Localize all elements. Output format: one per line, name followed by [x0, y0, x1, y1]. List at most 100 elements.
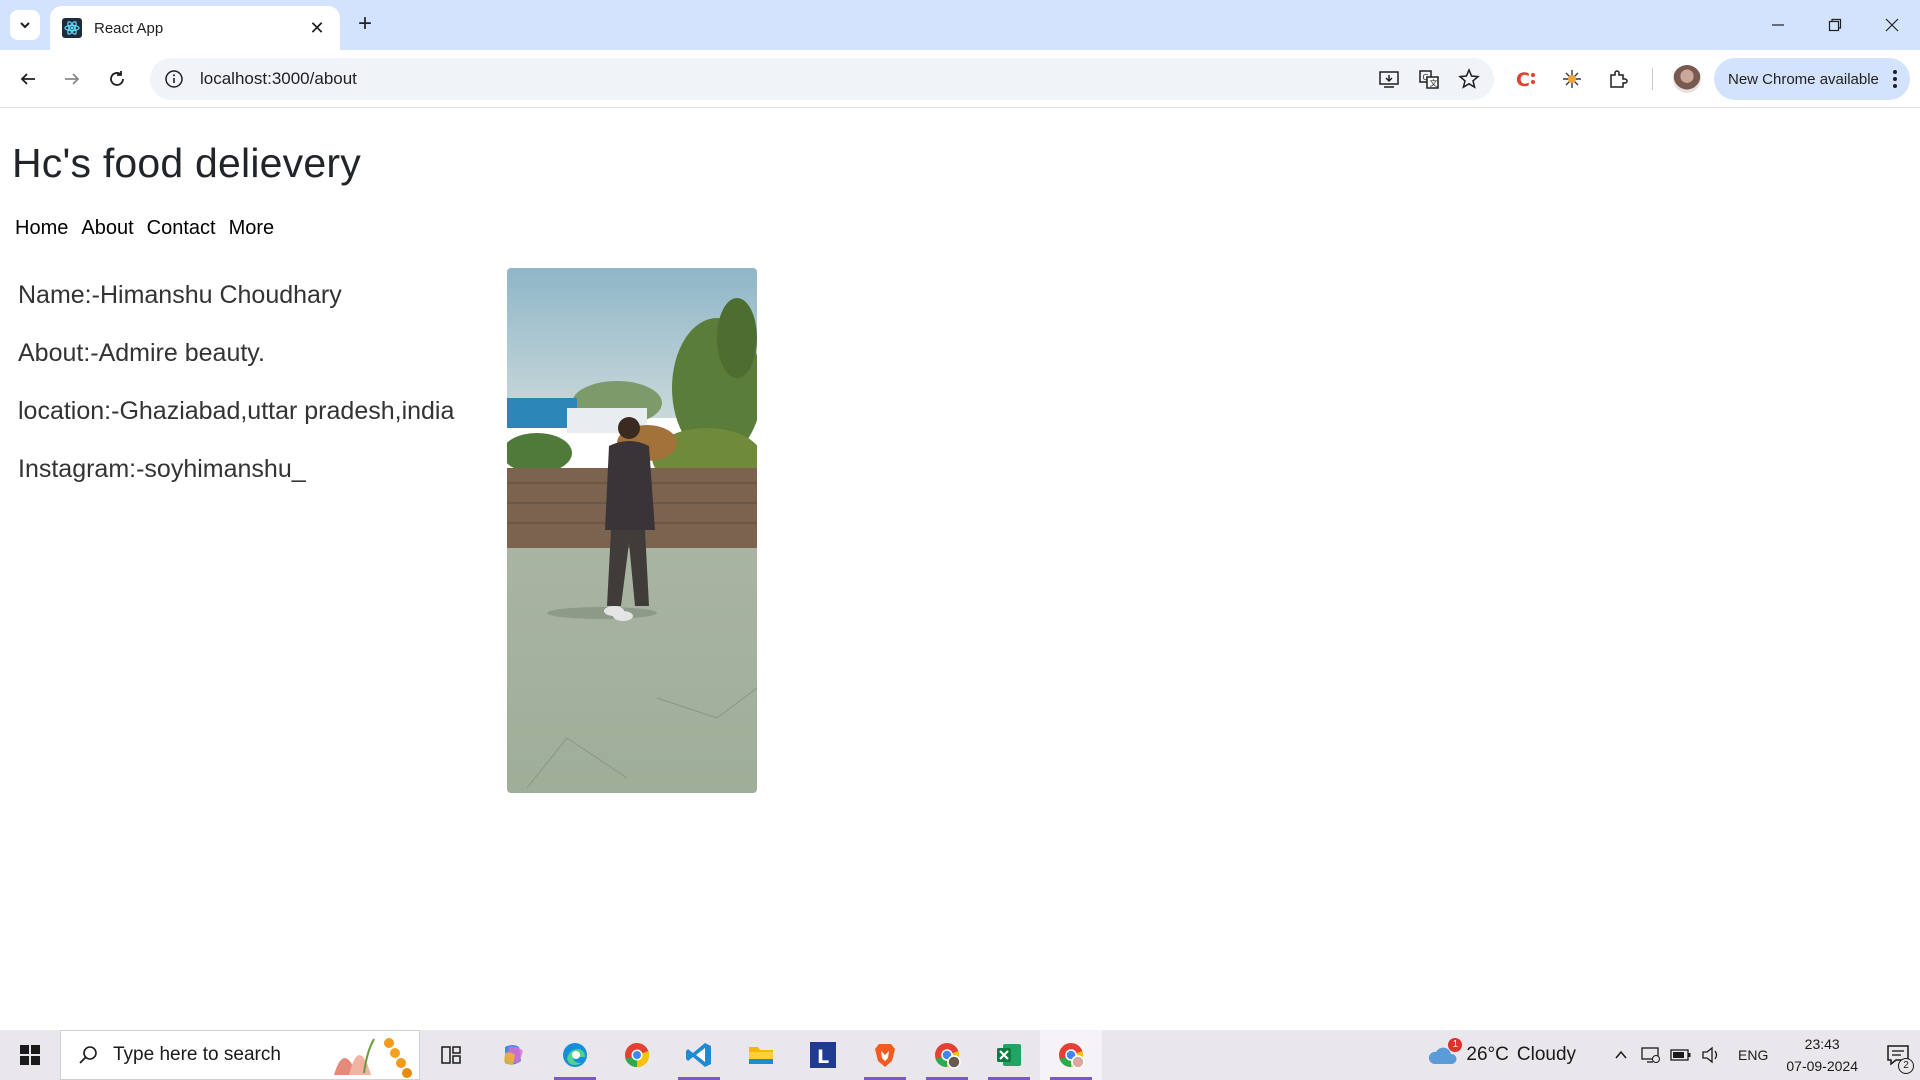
taskbar-app-brave[interactable]: [854, 1030, 916, 1080]
profile-button[interactable]: [1671, 63, 1703, 95]
task-view-button[interactable]: [420, 1030, 482, 1080]
close-tab-icon[interactable]: ✕: [306, 18, 328, 39]
profile-photo-image: [507, 268, 757, 793]
system-tray: 1 26°C Cloudy ENG 23:43 07-09-2024 2: [1428, 1030, 1920, 1080]
l-app-icon: L: [810, 1042, 836, 1068]
bookmark-star-icon[interactable]: [1458, 68, 1480, 90]
weather-widget[interactable]: 1 26°C Cloudy: [1428, 1038, 1577, 1068]
chrome-profile-icon: [935, 1043, 961, 1069]
c-extension-icon: C: [1516, 69, 1535, 90]
taskbar-app-chrome-profile[interactable]: [916, 1030, 978, 1080]
back-button[interactable]: [12, 63, 44, 95]
search-icon: [79, 1046, 97, 1064]
search-placeholder: Type here to search: [113, 1044, 281, 1065]
windows-taskbar: Type here to search L 1 26°C Cloudy ENG …: [0, 1030, 1920, 1080]
close-window-button[interactable]: [1863, 0, 1920, 50]
reload-icon: [110, 71, 124, 86]
task-view-icon: [441, 1046, 461, 1064]
taskbar-app-edge[interactable]: [544, 1030, 606, 1080]
info-location: location:-Ghaziabad,uttar pradesh,india: [18, 397, 455, 425]
vscode-icon: [686, 1043, 711, 1067]
chevron-up-icon: [1615, 1050, 1627, 1059]
taskbar-app-excel[interactable]: [978, 1030, 1040, 1080]
minimize-icon: [1771, 24, 1784, 26]
nav-link-about[interactable]: About: [81, 217, 133, 240]
file-explorer-icon: [749, 1047, 773, 1064]
more-vertical-icon[interactable]: [1892, 69, 1898, 89]
restore-button[interactable]: [1806, 0, 1863, 50]
windows-logo-icon: [20, 1045, 40, 1065]
site-info-icon[interactable]: [164, 69, 184, 89]
browser-tab-bar: React App ✕ +: [0, 0, 1920, 50]
taskbar-app-file-explorer[interactable]: [730, 1030, 792, 1080]
tab-react-app[interactable]: React App ✕: [50, 6, 340, 50]
nav-link-more[interactable]: More: [229, 217, 275, 240]
taskbar-search[interactable]: Type here to search: [60, 1030, 420, 1080]
puzzle-icon: [1610, 70, 1628, 88]
restore-icon: [1828, 18, 1841, 32]
forward-button[interactable]: [56, 63, 88, 95]
start-button[interactable]: [0, 1030, 60, 1080]
extension-sparkle-button[interactable]: [1556, 63, 1588, 95]
about-info: Name:-Himanshu Choudhary About:-Admire b…: [18, 266, 454, 498]
minimize-button[interactable]: [1749, 0, 1806, 50]
profile-photo: [507, 268, 757, 793]
taskbar-app-copilot[interactable]: [482, 1030, 544, 1080]
taskbar-app-chrome-active[interactable]: [1040, 1030, 1102, 1080]
nav-link-contact[interactable]: Contact: [147, 217, 216, 240]
arrow-right-icon: [65, 73, 80, 85]
react-icon: [62, 18, 82, 38]
taskbar-app-chrome[interactable]: [606, 1030, 668, 1080]
excel-icon: [997, 1044, 1021, 1066]
chrome-icon: [625, 1043, 650, 1068]
chevron-down-icon: [20, 22, 30, 29]
svg-text:文: 文: [1430, 78, 1438, 88]
reload-button[interactable]: [101, 63, 133, 95]
weather-desc: Cloudy: [1516, 1044, 1577, 1065]
install-app-icon[interactable]: [1378, 68, 1400, 90]
url-text[interactable]: localhost:3000/about: [200, 69, 1378, 89]
page-content: Hc's food delievery Home About Contact M…: [0, 109, 1920, 1030]
arrow-left-icon: [20, 73, 35, 85]
svg-text:C: C: [1516, 69, 1530, 90]
language-indicator[interactable]: ENG: [1738, 1047, 1768, 1063]
extensions-area: C: [1510, 63, 1703, 95]
info-instagram: Instagram:-soyhimanshu_: [18, 455, 306, 483]
sparkle-extension-icon: [1563, 70, 1581, 88]
site-title: Hc's food delievery: [12, 140, 361, 186]
svg-text:L: L: [817, 1046, 829, 1068]
site-nav: Home About Contact More: [15, 217, 274, 240]
taskbar-app-l[interactable]: L: [792, 1030, 854, 1080]
notification-count: 2: [1898, 1058, 1914, 1074]
extensions-menu-button[interactable]: [1602, 63, 1634, 95]
address-bar[interactable]: localhost:3000/about G文: [150, 58, 1494, 100]
tab-title: React App: [94, 19, 164, 37]
update-label: New Chrome available: [1728, 70, 1879, 88]
clock[interactable]: 23:43 07-09-2024: [1786, 1033, 1858, 1077]
info-name: Name:-Himanshu Choudhary: [18, 281, 342, 309]
weather-alert-badge: 1: [1448, 1038, 1463, 1052]
edge-icon: [563, 1043, 587, 1067]
extension-c-button[interactable]: C: [1510, 63, 1542, 95]
search-highlight-icon: [334, 1038, 412, 1078]
new-tab-button[interactable]: +: [352, 12, 378, 38]
window-controls: [1749, 0, 1920, 50]
clock-time: 23:43: [1804, 1036, 1840, 1052]
nav-link-home[interactable]: Home: [15, 217, 68, 240]
volume-button[interactable]: [1696, 1030, 1726, 1080]
battery-button[interactable]: [1666, 1030, 1696, 1080]
battery-icon: [1670, 1049, 1691, 1061]
cloud-icon: 1: [1428, 1038, 1463, 1068]
toolbar-separator: [1652, 68, 1653, 90]
close-icon: [1885, 18, 1898, 32]
taskbar-app-vscode[interactable]: [668, 1030, 730, 1080]
tab-search-button[interactable]: [10, 10, 40, 40]
info-about: About:-Admire beauty.: [18, 339, 265, 367]
network-button[interactable]: [1636, 1030, 1666, 1080]
avatar: [1673, 65, 1701, 93]
show-hidden-icons-button[interactable]: [1606, 1030, 1636, 1080]
chrome-update-button[interactable]: New Chrome available: [1714, 58, 1910, 100]
translate-icon[interactable]: G文: [1418, 68, 1440, 90]
clock-date: 07-09-2024: [1786, 1058, 1858, 1074]
notification-center-button[interactable]: 2: [1876, 1030, 1920, 1080]
